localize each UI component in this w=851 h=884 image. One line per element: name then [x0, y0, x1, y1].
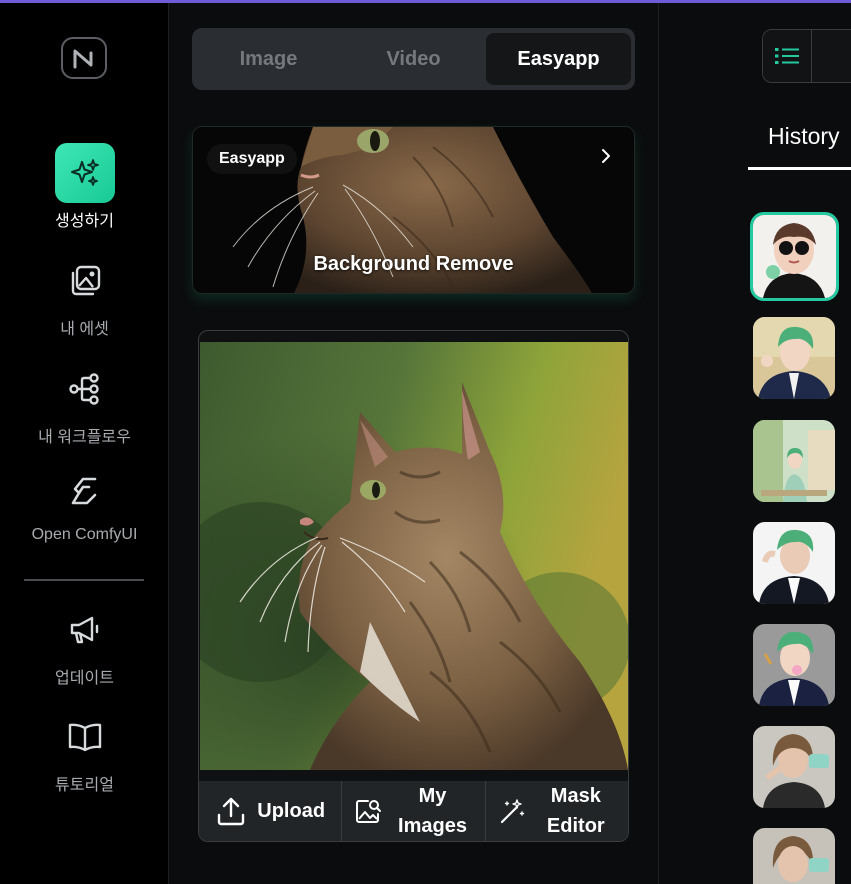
- thumbnail-image: [753, 215, 836, 298]
- list-view-button[interactable]: [763, 30, 812, 82]
- sidebar-item-label: 내 에셋: [60, 321, 109, 338]
- thumbnail-image: [753, 624, 835, 706]
- mask-editor-label: Mask Editor: [546, 785, 605, 837]
- sidebar: 생성하기 내 에셋 내 워크플로우 Open ComfyUI 업데이트 튜토리얼: [0, 0, 169, 884]
- sidebar-item-workflows[interactable]: 내 워크플로우: [0, 359, 169, 447]
- tab-image[interactable]: Image: [196, 33, 341, 85]
- easyapp-banner[interactable]: Easyapp Background Remove: [192, 126, 635, 294]
- generation-panel: Image Video Easyapp Easyapp Background R…: [170, 0, 659, 884]
- sidebar-item-generate[interactable]: 생성하기: [0, 143, 169, 231]
- thumbnail-image: [753, 420, 835, 502]
- history-thumbnail[interactable]: [750, 212, 839, 301]
- upload-icon: [218, 797, 245, 826]
- megaphone-icon: [55, 600, 115, 660]
- top-accent-line: [0, 0, 851, 3]
- image-search-icon: [356, 800, 382, 823]
- thumbnail-image: [753, 828, 835, 884]
- chevron-right-icon: [602, 149, 610, 163]
- sidebar-item-open-comfyui[interactable]: Open ComfyUI: [0, 462, 169, 544]
- history-thumbnail[interactable]: [753, 828, 835, 884]
- history-thumbnail[interactable]: [753, 522, 835, 604]
- sidebar-item-label: 튜토리얼: [55, 777, 114, 794]
- history-panel: History: [660, 0, 851, 884]
- sidebar-item-label: 생성하기: [55, 213, 114, 230]
- input-cat-image[interactable]: [200, 342, 628, 770]
- history-thumbnail[interactable]: [753, 317, 835, 399]
- tab-video[interactable]: Video: [341, 33, 486, 85]
- view-toggle: [762, 29, 851, 83]
- history-thumbnail[interactable]: [753, 420, 835, 502]
- my-images-label: My Images: [398, 785, 467, 837]
- sidebar-item-label: Open ComfyUI: [31, 526, 138, 543]
- image-gallery-icon: [55, 251, 115, 311]
- history-thumbnail[interactable]: [753, 726, 835, 808]
- sidebar-item-updates[interactable]: 업데이트: [0, 600, 169, 688]
- sidebar-item-label: 업데이트: [55, 670, 114, 687]
- image-source-actions: Upload My Images Mask Editor: [199, 781, 628, 841]
- mode-tabs: Image Video Easyapp: [192, 28, 635, 90]
- book-icon: [55, 707, 115, 767]
- sidebar-item-my-assets[interactable]: 내 에셋: [0, 251, 169, 339]
- workflow-icon: [55, 359, 115, 419]
- sparkles-icon: [54, 143, 115, 203]
- thumbnail-image: [753, 726, 835, 808]
- tab-history[interactable]: History: [748, 115, 851, 170]
- mask-editor-button[interactable]: Mask Editor: [486, 781, 628, 841]
- logo[interactable]: [61, 37, 107, 79]
- my-images-button[interactable]: My Images: [342, 781, 486, 841]
- input-image-card: Upload My Images Mask Editor: [198, 330, 629, 842]
- history-thumbnail[interactable]: [753, 624, 835, 706]
- magic-wand-icon: [500, 799, 525, 824]
- banner-tag: Easyapp: [207, 144, 297, 174]
- upload-label: Upload: [257, 800, 326, 822]
- list-icon: [775, 48, 799, 64]
- sidebar-item-tutorials[interactable]: 튜토리얼: [0, 707, 169, 795]
- comfyui-icon: [55, 462, 115, 522]
- grid-view-button[interactable]: [812, 30, 851, 82]
- upload-button[interactable]: Upload: [199, 781, 343, 841]
- tab-easyapp[interactable]: Easyapp: [486, 33, 631, 85]
- thumbnail-image: [753, 317, 835, 399]
- sidebar-divider: [24, 579, 144, 581]
- logo-icon: [73, 49, 93, 69]
- thumbnail-image: [753, 522, 835, 604]
- sidebar-item-label: 내 워크플로우: [38, 429, 131, 446]
- banner-title: Background Remove: [313, 253, 514, 275]
